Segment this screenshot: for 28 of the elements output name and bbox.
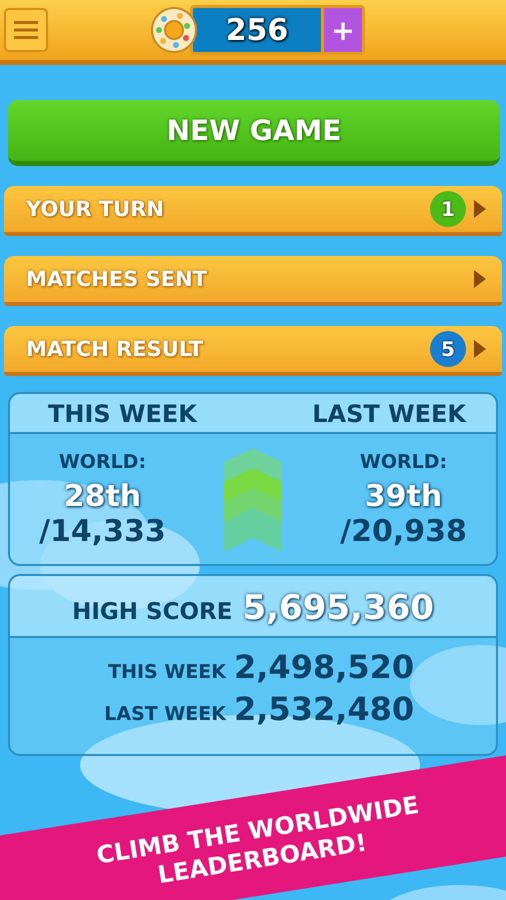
menu-row[interactable]: MATCH RESULT 5 — [4, 326, 502, 376]
menu-icon — [14, 20, 38, 40]
column-heading: LAST WEEK — [312, 400, 466, 428]
score-label: THIS WEEK — [107, 661, 226, 683]
count-badge: 1 — [430, 191, 466, 227]
new-game-button[interactable]: NEW GAME — [8, 100, 500, 166]
column-heading: THIS WEEK — [48, 400, 197, 428]
arrow-right-icon — [474, 340, 486, 358]
arrow-right-icon — [474, 270, 486, 288]
add-coins-button[interactable]: + — [321, 5, 365, 55]
rank-value: 28th — [64, 479, 142, 514]
menu-row[interactable]: YOUR TURN 1 — [4, 186, 502, 236]
score-label: LAST WEEK — [103, 703, 226, 725]
high-score-value: 5,695,360 — [242, 588, 434, 628]
player-total: /14,333 — [39, 514, 166, 549]
count-badge: 5 — [430, 331, 466, 367]
score-value: 2,498,520 — [234, 648, 416, 686]
menu-button[interactable] — [4, 8, 48, 52]
world-label: WORLD: — [58, 451, 146, 473]
rank-value: 39th — [364, 479, 442, 514]
menu-row[interactable]: MATCHES SENT — [4, 256, 502, 306]
coin-count: 256 — [190, 5, 321, 55]
arrow-right-icon — [474, 200, 486, 218]
score-value: 2,532,480 — [234, 690, 416, 728]
high-score-label: HIGH SCORE — [72, 599, 232, 625]
player-total: /20,938 — [340, 514, 467, 549]
up-chevrons-icon — [224, 448, 282, 552]
world-label: WORLD: — [360, 451, 448, 473]
